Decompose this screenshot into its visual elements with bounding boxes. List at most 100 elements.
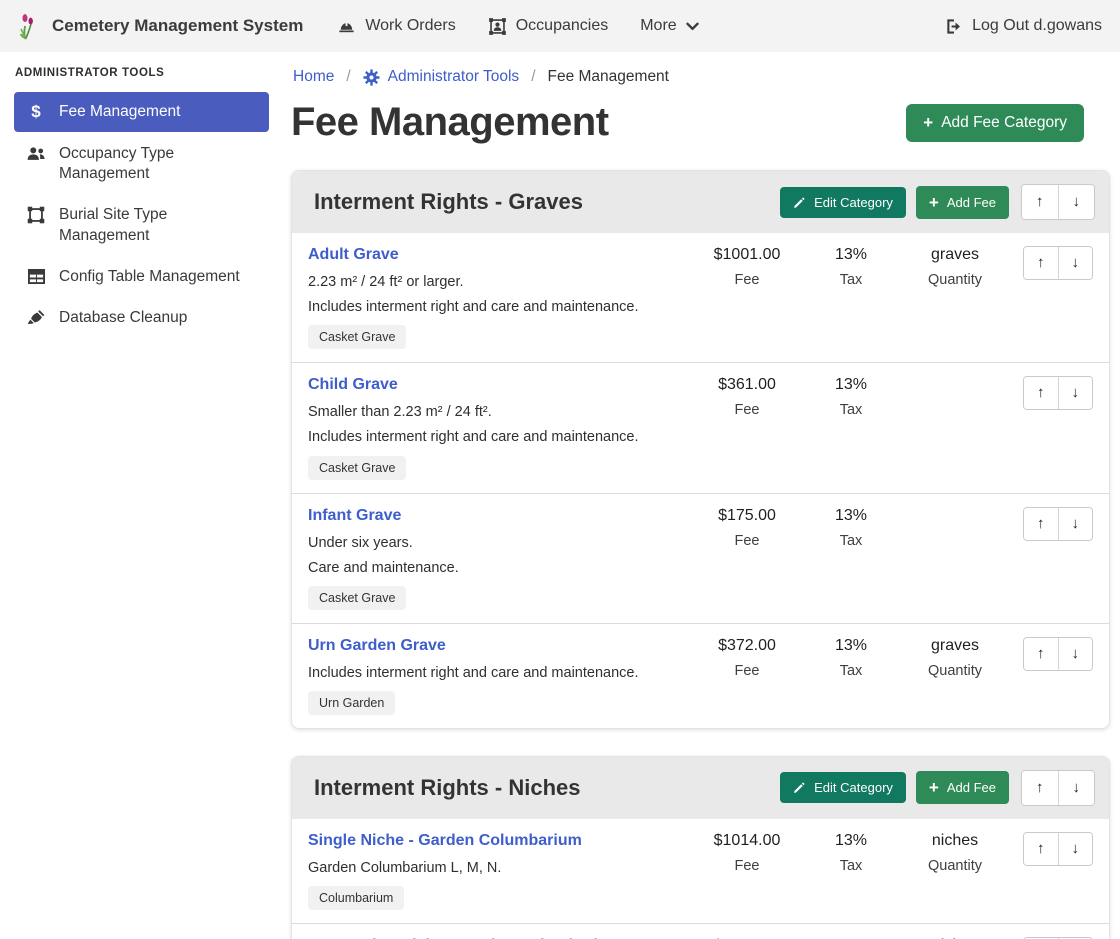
fee-row-companion-niche: Companion Niche - Garden Columbarium Gar… — [292, 924, 1109, 939]
move-category-down-button[interactable]: ↓ — [1058, 185, 1095, 219]
move-fee-up-button[interactable]: ↑ — [1024, 508, 1058, 540]
table-icon — [26, 268, 46, 285]
tax-column: 13% Tax — [799, 832, 903, 874]
breadcrumb-separator: / — [519, 68, 547, 86]
fee-description: Under six years. — [308, 534, 689, 552]
nav-occupancies[interactable]: Occupancies — [488, 17, 609, 36]
add-fee-label: Add Fee — [947, 195, 996, 210]
fee-reorder-buttons: ↑ ↓ — [1023, 507, 1093, 541]
tax-label: Tax — [799, 663, 903, 679]
fee-amount-value: $175.00 — [695, 507, 799, 525]
fee-name-link[interactable]: Adult Grave — [308, 246, 399, 264]
tax-value: 13% — [799, 246, 903, 264]
move-fee-down-button[interactable]: ↓ — [1058, 247, 1093, 279]
quantity-column: graves Quantity — [903, 637, 1007, 679]
edit-category-label: Edit Category — [814, 195, 893, 210]
fee-reorder-buttons: ↑ ↓ — [1023, 637, 1093, 671]
sidebar-item-label: Config Table Management — [59, 267, 240, 287]
nav-logout[interactable]: Log Out d.gowans — [944, 17, 1102, 36]
tax-column: 13% Tax — [799, 507, 903, 549]
breadcrumb-admin-tools-label: Administrator Tools — [388, 68, 520, 86]
tax-label: Tax — [799, 272, 903, 288]
fee-tag-badge: Columbarium — [308, 886, 404, 910]
sidebar-item-burial-site-type-management[interactable]: Burial Site Type Management — [14, 196, 269, 254]
fee-name-link[interactable]: Urn Garden Grave — [308, 637, 446, 655]
fee-description: Includes interment right and care and ma… — [308, 428, 689, 446]
fee-name-link[interactable]: Single Niche - Garden Columbarium — [308, 832, 582, 850]
nav-work-orders[interactable]: Work Orders — [337, 17, 455, 36]
plus-icon: + — [929, 194, 939, 211]
move-category-up-button[interactable]: ↑ — [1022, 185, 1058, 219]
move-fee-down-button[interactable]: ↓ — [1058, 638, 1093, 670]
fee-amount-column: $175.00 Fee — [695, 507, 799, 549]
sidebar-item-label: Burial Site Type Management — [59, 205, 257, 245]
fee-amount-label: Fee — [695, 402, 799, 418]
add-fee-category-label: Add Fee Category — [941, 114, 1067, 132]
edit-category-button[interactable]: Edit Category — [780, 187, 906, 218]
sidebar-item-database-cleanup[interactable]: Database Cleanup — [14, 299, 269, 337]
edit-category-button[interactable]: Edit Category — [780, 772, 906, 803]
fee-category-card-graves: Interment Rights - Graves Edit Category … — [291, 170, 1110, 729]
fee-reorder-buttons: ↑ ↓ — [1023, 832, 1093, 866]
fee-row-single-niche: Single Niche - Garden Columbarium Garden… — [292, 819, 1109, 924]
tax-label: Tax — [799, 402, 903, 418]
plus-icon: + — [923, 114, 933, 131]
breadcrumb-home-link[interactable]: Home — [293, 68, 334, 86]
tax-column: 13% Tax — [799, 637, 903, 679]
logout-icon — [944, 17, 963, 36]
move-fee-up-button[interactable]: ↑ — [1024, 247, 1058, 279]
main-content: Home / — [283, 52, 1120, 939]
add-fee-category-button[interactable]: + Add Fee Category — [906, 104, 1084, 142]
fee-amount-value: $1001.00 — [695, 246, 799, 264]
add-fee-button[interactable]: + Add Fee — [916, 186, 1009, 219]
quantity-unit-value: graves — [903, 246, 1007, 264]
gear-icon — [363, 69, 380, 86]
fee-description: Includes interment right and care and ma… — [308, 664, 689, 682]
fee-tag-badge: Casket Grave — [308, 325, 406, 349]
fee-tag-badge: Urn Garden — [308, 691, 395, 715]
fee-name-link[interactable]: Child Grave — [308, 376, 398, 394]
sidebar-item-config-table-management[interactable]: Config Table Management — [14, 258, 269, 296]
move-fee-up-button[interactable]: ↑ — [1024, 377, 1058, 409]
fee-amount-value: $361.00 — [695, 376, 799, 394]
tax-label: Tax — [799, 533, 903, 549]
move-fee-down-button[interactable]: ↓ — [1058, 377, 1093, 409]
tax-value: 13% — [799, 637, 903, 655]
category-header: Interment Rights - Graves Edit Category … — [292, 171, 1109, 233]
fee-amount-column: $361.00 Fee — [695, 376, 799, 418]
breadcrumb-current: Fee Management — [548, 68, 670, 86]
nav-work-orders-label: Work Orders — [365, 17, 455, 35]
tax-value: 13% — [799, 507, 903, 525]
sidebar-item-occupancy-type-management[interactable]: Occupancy Type Management — [14, 135, 269, 193]
breadcrumb-admin-tools-link[interactable]: Administrator Tools — [363, 68, 520, 86]
tax-value: 13% — [799, 832, 903, 850]
sidebar-item-label: Fee Management — [59, 102, 181, 122]
move-category-down-button[interactable]: ↓ — [1058, 771, 1095, 805]
fee-tag-badge: Casket Grave — [308, 586, 406, 610]
sidebar: ADMINISTRATOR TOOLS $ Fee Management Occ… — [0, 52, 283, 939]
category-header: Interment Rights - Niches Edit Category … — [292, 757, 1109, 819]
chevron-down-icon — [686, 22, 699, 31]
fee-row-urn-garden-grave: Urn Garden Grave Includes interment righ… — [292, 624, 1109, 728]
quantity-unit-value: graves — [903, 637, 1007, 655]
sidebar-item-fee-management[interactable]: $ Fee Management — [14, 92, 269, 132]
move-fee-up-button[interactable]: ↑ — [1024, 638, 1058, 670]
occupancy-frame-icon — [488, 17, 507, 36]
fee-name-link[interactable]: Infant Grave — [308, 507, 401, 525]
add-fee-button[interactable]: + Add Fee — [916, 771, 1009, 804]
move-fee-up-button[interactable]: ↑ — [1024, 833, 1058, 865]
category-title: Interment Rights - Graves — [314, 189, 780, 215]
top-navbar: Cemetery Management System Work Orders O… — [0, 0, 1120, 52]
fee-category-card-niches: Interment Rights - Niches Edit Category … — [291, 756, 1110, 939]
quantity-column: niches Quantity — [903, 832, 1007, 874]
tax-column: 13% Tax — [799, 246, 903, 288]
broom-icon — [26, 309, 46, 327]
fee-amount-value: $1014.00 — [695, 832, 799, 850]
fee-amount-label: Fee — [695, 272, 799, 288]
nav-more-menu[interactable]: More — [640, 17, 698, 35]
move-fee-down-button[interactable]: ↓ — [1058, 508, 1093, 540]
breadcrumb: Home / — [293, 68, 1110, 86]
move-category-up-button[interactable]: ↑ — [1022, 771, 1058, 805]
move-fee-down-button[interactable]: ↓ — [1058, 833, 1093, 865]
quantity-unit-value: niches — [903, 832, 1007, 850]
